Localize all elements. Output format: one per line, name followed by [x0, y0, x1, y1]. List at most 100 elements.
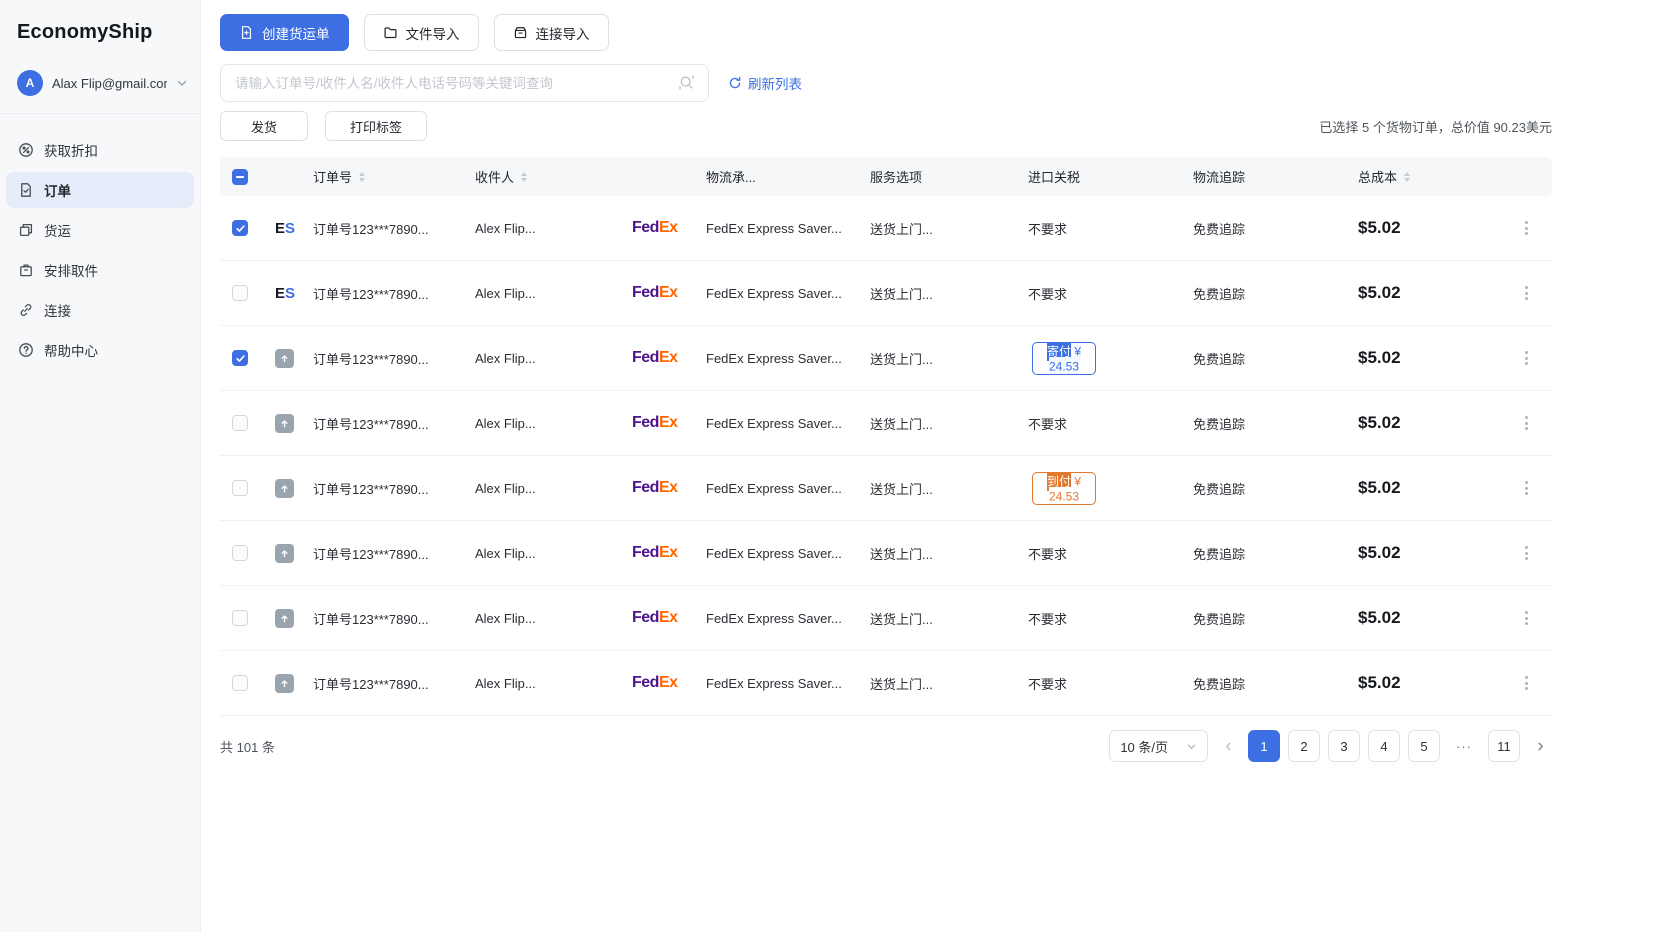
sidebar-item-label: 获取折扣 [44, 140, 98, 160]
header-cost[interactable]: 总成本 [1345, 167, 1500, 186]
page-button[interactable]: 2 [1288, 730, 1320, 762]
row-actions-cell [1500, 605, 1552, 631]
carrier-name-cell: FedEx Express Saver... [695, 546, 855, 561]
create-shipment-button[interactable]: 创建货运单 [220, 14, 349, 51]
sidebar-item-label: 货运 [44, 220, 71, 240]
fedex-logo: FedEx [632, 674, 678, 691]
refresh-list-link[interactable]: 刷新列表 [728, 73, 802, 93]
row-checkbox[interactable] [232, 285, 248, 301]
fedex-logo: FedEx [632, 609, 678, 626]
search-input[interactable] [220, 64, 709, 102]
kebab-menu-icon[interactable] [1519, 215, 1534, 241]
header-carrier: 物流承... [695, 167, 855, 186]
search-icon[interactable] [677, 73, 696, 92]
sidebar-item-label: 安排取件 [44, 260, 98, 280]
duty-text: 不要求 [1028, 287, 1067, 302]
sort-icon[interactable] [1404, 172, 1410, 182]
kebab-menu-icon[interactable] [1519, 540, 1534, 566]
recipient-cell: Alex Flip... [462, 546, 625, 561]
cost-cell: $5.02 [1345, 673, 1500, 693]
page-button[interactable]: 3 [1328, 730, 1360, 762]
source-cell: ES [268, 479, 305, 498]
next-page-button[interactable] [1528, 730, 1552, 762]
pickup-icon [18, 262, 34, 278]
order-no-cell: 订单号123***7890... [305, 284, 462, 303]
sidebar-item-schedule-pickup[interactable]: 安排取件 [6, 252, 194, 288]
fedex-logo: FedEx [632, 479, 678, 496]
select-all-checkbox[interactable] [232, 169, 248, 185]
fedex-logo: FedEx [632, 284, 678, 301]
search-row: 刷新列表 [220, 64, 1552, 102]
row-checkbox[interactable] [232, 350, 248, 366]
imported-order-icon [275, 414, 294, 433]
table-footer: 共 101 条 10 条/页 1 2 3 4 5 ··· 11 [220, 730, 1552, 762]
header-order-no[interactable]: 订单号 [305, 167, 462, 186]
user-account-dropdown[interactable]: A Alax Flip@gmail.com [0, 68, 200, 98]
ship-button[interactable]: 发货 [220, 111, 308, 141]
sidebar-item-help-center[interactable]: 帮助中心 [6, 332, 194, 368]
sort-icon[interactable] [521, 172, 527, 182]
toolbar: 创建货运单 文件导入 连接导入 [220, 14, 1552, 51]
duty-text: 不要求 [1028, 677, 1067, 692]
imported-order-icon [275, 544, 294, 563]
duty-cell: 不要求 [1015, 544, 1180, 563]
row-checkbox[interactable] [232, 415, 248, 431]
app-logo: EconomyShip [0, 0, 200, 44]
sidebar-item-get-discount[interactable]: 获取折扣 [6, 132, 194, 168]
header-service: 服务选项 [855, 167, 1015, 186]
page-button[interactable]: 5 [1408, 730, 1440, 762]
search-box [220, 64, 709, 102]
sidebar-item-orders[interactable]: 订单 [6, 172, 194, 208]
row-checkbox-cell [220, 350, 268, 366]
page-size-select[interactable]: 10 条/页 [1109, 730, 1208, 762]
table-row: ES 订单号123***7890... Alex Flip... FedEx F… [220, 521, 1552, 586]
page-button[interactable]: 11 [1488, 730, 1520, 762]
row-checkbox[interactable] [232, 480, 248, 496]
tracking-cell: 免费追踪 [1180, 479, 1345, 498]
kebab-menu-icon[interactable] [1519, 670, 1534, 696]
duty-cell: 不要求 [1015, 414, 1180, 433]
link-import-button[interactable]: 连接导入 [494, 14, 609, 51]
sort-icon[interactable] [359, 172, 365, 182]
row-checkbox[interactable] [232, 545, 248, 561]
table-row: ES 订单号123***7890... Alex Flip... FedEx F… [220, 456, 1552, 521]
row-checkbox[interactable] [232, 220, 248, 236]
kebab-menu-icon[interactable] [1519, 475, 1534, 501]
row-checkbox[interactable] [232, 675, 248, 691]
cost-cell: $5.02 [1345, 218, 1500, 238]
recipient-cell: Alex Flip... [462, 481, 625, 496]
print-label-button[interactable]: 打印标签 [325, 111, 427, 141]
file-import-button[interactable]: 文件导入 [364, 14, 479, 51]
page-ellipsis[interactable]: ··· [1448, 730, 1480, 762]
kebab-menu-icon[interactable] [1519, 280, 1534, 306]
kebab-menu-icon[interactable] [1519, 605, 1534, 631]
main-content: 创建货运单 文件导入 连接导入 [201, 0, 1661, 762]
carrier-logo-cell: FedEx [625, 414, 695, 432]
header-tracking: 物流追踪 [1180, 167, 1345, 186]
row-actions-cell [1500, 345, 1552, 371]
header-recipient[interactable]: 收件人 [462, 167, 625, 186]
user-email: Alax Flip@gmail.com [52, 76, 167, 91]
kebab-menu-icon[interactable] [1519, 345, 1534, 371]
page-button[interactable]: 1 [1248, 730, 1280, 762]
kebab-menu-icon[interactable] [1519, 410, 1534, 436]
carrier-logo-cell: FedEx [625, 674, 695, 692]
row-checkbox[interactable] [232, 610, 248, 626]
duty-cell: 寄付 ¥ 24.53 [1015, 342, 1180, 375]
create-doc-icon [239, 25, 254, 40]
sidebar-item-connect[interactable]: 连接 [6, 292, 194, 328]
duty-text: 不要求 [1028, 612, 1067, 627]
table-row: ES 订单号123***7890... Alex Flip... FedEx F… [220, 261, 1552, 326]
duty-cell: 不要求 [1015, 609, 1180, 628]
tracking-cell: 免费追踪 [1180, 609, 1345, 628]
row-actions-cell [1500, 215, 1552, 241]
carrier-logo-cell: FedEx [625, 479, 695, 497]
prev-page-button[interactable] [1216, 730, 1240, 762]
fedex-logo: FedEx [632, 219, 678, 236]
sidebar-item-shipments[interactable]: 货运 [6, 212, 194, 248]
page-button[interactable]: 4 [1368, 730, 1400, 762]
shipments-icon [18, 222, 34, 238]
source-cell: ES [268, 674, 305, 693]
row-checkbox-cell [220, 675, 268, 691]
fedex-logo: FedEx [632, 544, 678, 561]
